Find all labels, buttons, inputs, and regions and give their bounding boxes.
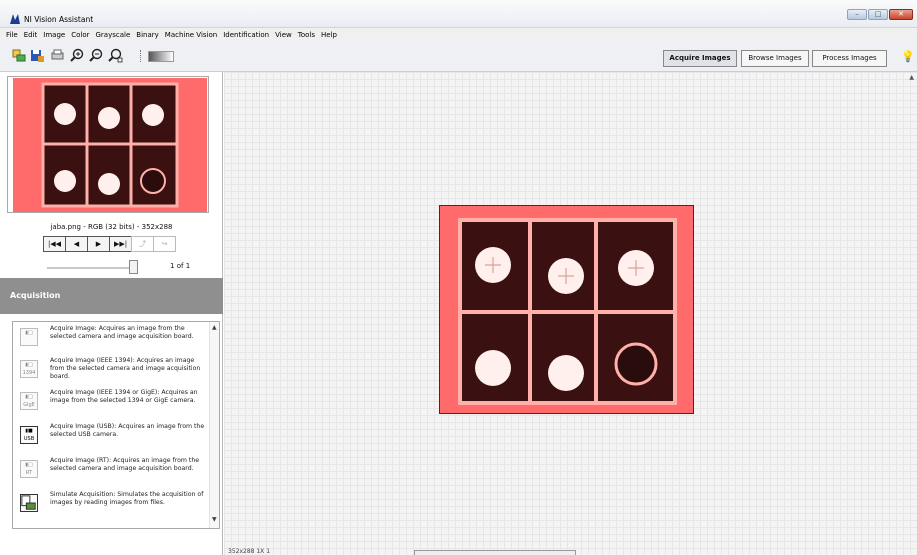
first-image-button[interactable]: |◀◀: [43, 236, 66, 252]
window-title: NI Vision Assistant: [24, 15, 94, 24]
acquisition-item-text: Acquire Image (RT): Acquires an image fr…: [50, 457, 200, 472]
acquisition-item[interactable]: ▮■ USB Acquire Image (USB): Acquires an i…: [13, 422, 209, 454]
scroll-up-icon[interactable]: ▲: [909, 74, 914, 81]
acquisition-item-text: Acquire Image (IEEE 1394): Acquires an i…: [50, 357, 201, 380]
palette-icon[interactable]: [148, 51, 174, 62]
redo-arrow-icon[interactable]: ↪: [153, 236, 176, 252]
toolbar-separator: [140, 50, 142, 62]
move-up-icon[interactable]: ⤴: [131, 236, 154, 252]
menu-color[interactable]: Color: [68, 31, 92, 39]
main-image-frame[interactable]: [439, 205, 694, 414]
horizontal-scrollbar[interactable]: [414, 550, 576, 555]
last-image-button[interactable]: ▶▶|: [109, 236, 132, 252]
image-thumbnail-frame[interactable]: [7, 76, 209, 213]
tab-acquire-images[interactable]: Acquire Images: [663, 50, 737, 67]
menu-machine-vision[interactable]: Machine Vision: [162, 31, 220, 39]
tab-process-images[interactable]: Process Images: [812, 50, 887, 67]
ieee1394-camera-icon: ▮□ 1394: [20, 360, 38, 378]
title-bar: NI Vision Assistant – □ ✕: [0, 0, 917, 28]
page-total: 1: [185, 262, 191, 270]
rt-camera-icon: ▮□ RT: [20, 460, 38, 478]
usb-camera-icon: ▮■ USB: [20, 426, 38, 444]
status-text: 352x288 1X 1: [228, 548, 271, 555]
print-icon[interactable]: [50, 48, 65, 63]
menu-binary[interactable]: Binary: [133, 31, 162, 39]
save-icon[interactable]: [30, 48, 45, 63]
simulate-acquisition-icon: [20, 494, 38, 512]
close-button[interactable]: ✕: [889, 9, 913, 20]
left-panel: jaba.png - RGB (32 bits) - 352x288 |◀◀ ◀…: [0, 72, 223, 555]
toolbar: Acquire Images Browse Images Process Ima…: [0, 42, 917, 72]
menu-image[interactable]: Image: [40, 31, 68, 39]
thumbnail-image: [13, 78, 207, 212]
zoom-in-icon[interactable]: [70, 48, 85, 63]
acquisition-item-text: Acquire Image: Acquires an image from th…: [50, 325, 194, 340]
zoom-out-icon[interactable]: [89, 48, 104, 63]
acquisition-item[interactable]: ▮□ Acquire Image: Acquires an image from…: [13, 324, 209, 356]
ni-logo-icon: [10, 14, 20, 24]
acquisition-header: Acquisition: [0, 278, 223, 314]
menu-edit[interactable]: Edit: [21, 31, 41, 39]
next-image-button[interactable]: ▶: [87, 236, 110, 252]
acquisition-list: ▮□ Acquire Image: Acquires an image from…: [12, 321, 220, 529]
acquisition-scrollbar[interactable]: ▲ ▼: [209, 322, 219, 528]
maximize-button[interactable]: □: [868, 9, 888, 20]
image-navigation: |◀◀ ◀ ▶ ▶▶| ⤴ ↪: [43, 236, 176, 252]
menu-grayscale[interactable]: Grayscale: [93, 31, 134, 39]
image-slider-knob[interactable]: [129, 260, 138, 274]
zoom-fit-icon[interactable]: [108, 48, 123, 63]
page-current: 1: [170, 262, 175, 270]
acquisition-item-text: Acquire Image (USB): Acquires an image f…: [50, 423, 205, 438]
menu-help[interactable]: Help: [318, 31, 340, 39]
acquire-icon[interactable]: [11, 48, 26, 63]
minimize-button[interactable]: –: [847, 9, 867, 20]
menu-identification[interactable]: Identification: [220, 31, 272, 39]
menu-bar: File Edit Image Color Grayscale Binary M…: [0, 28, 917, 42]
image-slider-track[interactable]: [47, 267, 137, 269]
main-image: [440, 206, 693, 413]
scroll-up-icon[interactable]: ▲: [212, 324, 217, 331]
previous-image-button[interactable]: ◀: [65, 236, 88, 252]
help-icon[interactable]: 💡: [901, 50, 915, 64]
image-canvas[interactable]: 352x288 1X 1 ▲: [224, 72, 917, 555]
menu-file[interactable]: File: [3, 31, 21, 39]
scroll-down-icon[interactable]: ▼: [212, 516, 217, 523]
acquisition-item[interactable]: ▮□ RT Acquire Image (RT): Acquires an ima…: [13, 456, 209, 488]
acquisition-item[interactable]: ▮□ 1394 Acquire Image (IEEE 1394): Acquir…: [13, 356, 209, 388]
file-info: jaba.png - RGB (32 bits) - 352x288: [50, 223, 173, 231]
menu-tools[interactable]: Tools: [295, 31, 318, 39]
page-of-label: of: [176, 262, 184, 270]
acquisition-item[interactable]: ▮□ GigE Acquire Image (IEEE 1394 or GigE)…: [13, 388, 209, 420]
acquisition-item-text: Simulate Acquisition: Simulates the acqu…: [50, 491, 204, 506]
page-counter: 1 of 1: [170, 262, 190, 270]
tab-browse-images[interactable]: Browse Images: [741, 50, 809, 67]
acquisition-item[interactable]: Simulate Acquisition: Simulates the acqu…: [13, 490, 209, 522]
window-controls: – □ ✕: [847, 9, 913, 20]
camera-icon: ▮□: [20, 328, 38, 346]
menu-view[interactable]: View: [272, 31, 295, 39]
gige-camera-icon: ▮□ GigE: [20, 392, 38, 410]
acquisition-item-text: Acquire Image (IEEE 1394 or GigE): Acqui…: [50, 389, 198, 404]
